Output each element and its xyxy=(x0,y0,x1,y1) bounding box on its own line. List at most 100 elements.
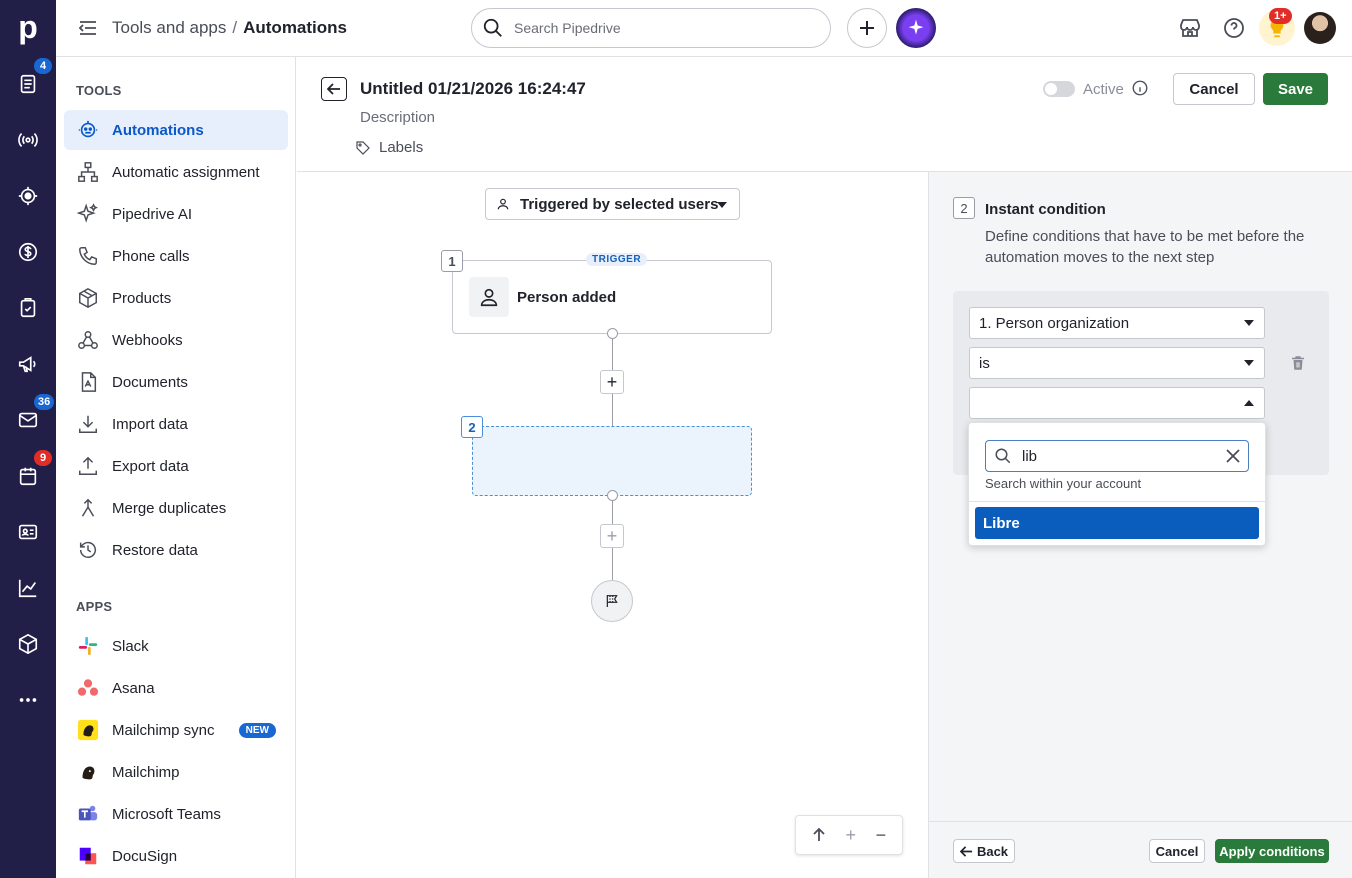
back-button[interactable]: Back xyxy=(953,839,1015,863)
sparkle-icon xyxy=(76,202,100,226)
arrow-left-icon xyxy=(327,83,340,95)
add-step-button-disabled[interactable]: + xyxy=(600,524,624,548)
labels-text: Labels xyxy=(379,139,424,156)
export-icon xyxy=(76,454,100,478)
more-icon[interactable] xyxy=(12,684,44,716)
add-step-button[interactable]: + xyxy=(600,370,624,394)
sidebar-item-pipedrive-ai[interactable]: Pipedrive AI xyxy=(64,194,288,234)
chevron-down-icon xyxy=(1244,320,1254,326)
zoom-in-icon[interactable]: + xyxy=(845,825,856,846)
mail-icon[interactable]: 36 xyxy=(12,394,55,436)
search-icon xyxy=(483,18,502,37)
close-icon[interactable] xyxy=(1226,449,1240,463)
operator-select[interactable]: is xyxy=(969,347,1265,379)
sidebar-item-import-data[interactable]: Import data xyxy=(64,404,288,444)
phone-icon xyxy=(76,244,100,268)
field-select-value: 1. Person organization xyxy=(979,314,1130,332)
checklist-icon[interactable] xyxy=(12,292,44,324)
megaphone-icon[interactable] xyxy=(12,348,44,380)
zoom-controls: + − xyxy=(795,815,903,855)
sidebar-item-mailchimp-sync[interactable]: Mailchimp sync NEW xyxy=(64,710,288,750)
sidebar-item-docusign[interactable]: DocuSign xyxy=(64,836,288,876)
mailchimp-icon xyxy=(76,718,100,742)
field-select[interactable]: 1. Person organization xyxy=(969,307,1265,339)
dropdown-search-input[interactable] xyxy=(1022,447,1222,465)
apply-conditions-button[interactable]: Apply conditions xyxy=(1215,839,1329,863)
notification-badge: 1+ xyxy=(1269,8,1292,24)
calendar-icon[interactable]: 9 xyxy=(12,450,52,492)
sidebar-item-label: Asana xyxy=(112,679,155,697)
help-icon[interactable] xyxy=(1222,16,1246,40)
mailchimp-icon xyxy=(76,760,100,784)
left-navigation-rail: p 4 36 9 xyxy=(0,0,56,878)
menu-toggle-icon[interactable] xyxy=(78,18,98,38)
sidebar-item-automatic-assignment[interactable]: Automatic assignment xyxy=(64,152,288,192)
sidebar-item-products[interactable]: Products xyxy=(64,278,288,318)
restore-icon xyxy=(76,538,100,562)
trash-icon[interactable] xyxy=(1289,354,1307,372)
sidebar-item-webhooks[interactable]: Webhooks xyxy=(64,320,288,360)
plus-icon xyxy=(860,21,874,35)
triggered-by-dropdown[interactable]: Triggered by selected users xyxy=(485,188,740,220)
user-avatar[interactable] xyxy=(1304,12,1336,44)
sidebar-item-microsoft-teams[interactable]: Microsoft Teams xyxy=(64,794,288,834)
slack-icon xyxy=(76,634,100,658)
sidebar-item-asana[interactable]: Asana xyxy=(64,668,288,708)
triggered-by-label: Triggered by selected users xyxy=(520,195,719,213)
condition-step-node[interactable] xyxy=(472,426,752,496)
arrow-left-icon xyxy=(959,845,973,857)
marketplace-icon[interactable] xyxy=(1178,16,1202,40)
workflow-canvas[interactable]: Triggered by selected users Person added… xyxy=(297,172,928,878)
contacts-card-icon[interactable] xyxy=(12,516,44,548)
sidebar-item-restore-data[interactable]: Restore data xyxy=(64,530,288,570)
chevron-down-icon xyxy=(717,202,727,208)
info-icon[interactable] xyxy=(1131,79,1149,97)
sidebar-item-automations[interactable]: Automations xyxy=(64,110,288,150)
new-badge: NEW xyxy=(238,722,276,738)
active-toggle[interactable] xyxy=(1043,81,1075,97)
sidebar-item-label: Slack xyxy=(112,637,149,655)
dropdown-option-libre[interactable]: Libre xyxy=(975,507,1259,539)
back-button[interactable] xyxy=(321,77,347,101)
arrow-up-icon[interactable] xyxy=(812,828,826,842)
sidebar-item-phone-calls[interactable]: Phone calls xyxy=(64,236,288,276)
dropdown-hint: Search within your account xyxy=(985,476,1142,491)
sidebar-item-documents[interactable]: Documents xyxy=(64,362,288,402)
back-label: Back xyxy=(976,843,1009,859)
zoom-out-icon[interactable]: − xyxy=(876,825,887,846)
breadcrumb-parent[interactable]: Tools and apps xyxy=(112,18,226,37)
ai-assistant-button[interactable] xyxy=(896,8,936,48)
sidebar-item-merge-duplicates[interactable]: Merge duplicates xyxy=(64,488,288,528)
sidebar-item-slack[interactable]: Slack xyxy=(64,626,288,666)
trigger-node[interactable]: Person added xyxy=(452,260,772,334)
save-button[interactable]: Save xyxy=(1263,73,1328,105)
divider xyxy=(969,501,1265,502)
pipedrive-logo[interactable]: p xyxy=(14,10,42,44)
quick-add-button[interactable] xyxy=(847,8,887,48)
sidebar-item-label: Mailchimp sync xyxy=(112,721,215,739)
automation-description[interactable]: Description xyxy=(360,109,435,126)
robot-icon xyxy=(76,118,100,142)
global-search[interactable] xyxy=(471,8,831,48)
panel-step-number: 2 xyxy=(953,197,975,219)
automation-title[interactable]: Untitled 01/21/2026 16:24:47 xyxy=(360,79,586,99)
target-icon[interactable] xyxy=(12,180,44,212)
value-select[interactable] xyxy=(969,387,1265,419)
cube-icon[interactable] xyxy=(12,628,44,660)
labels-link[interactable]: Labels xyxy=(355,139,423,156)
connector-dot xyxy=(607,490,618,501)
apps-heading: APPS xyxy=(76,599,113,614)
deals-icon[interactable]: 4 xyxy=(12,58,52,100)
cancel-button[interactable]: Cancel xyxy=(1173,73,1255,105)
end-flag-node xyxy=(591,580,633,622)
dollar-icon[interactable] xyxy=(12,236,44,268)
broadcast-icon[interactable] xyxy=(12,124,44,156)
sidebar-item-export-data[interactable]: Export data xyxy=(64,446,288,486)
merge-icon xyxy=(76,496,100,520)
chart-icon[interactable] xyxy=(12,572,44,604)
search-input[interactable] xyxy=(514,20,814,36)
sidebar-item-mailchimp[interactable]: Mailchimp xyxy=(64,752,288,792)
panel-cancel-button[interactable]: Cancel xyxy=(1149,839,1205,863)
dropdown-search[interactable] xyxy=(985,440,1249,472)
panel-footer: Back Cancel Apply conditions xyxy=(929,821,1352,878)
